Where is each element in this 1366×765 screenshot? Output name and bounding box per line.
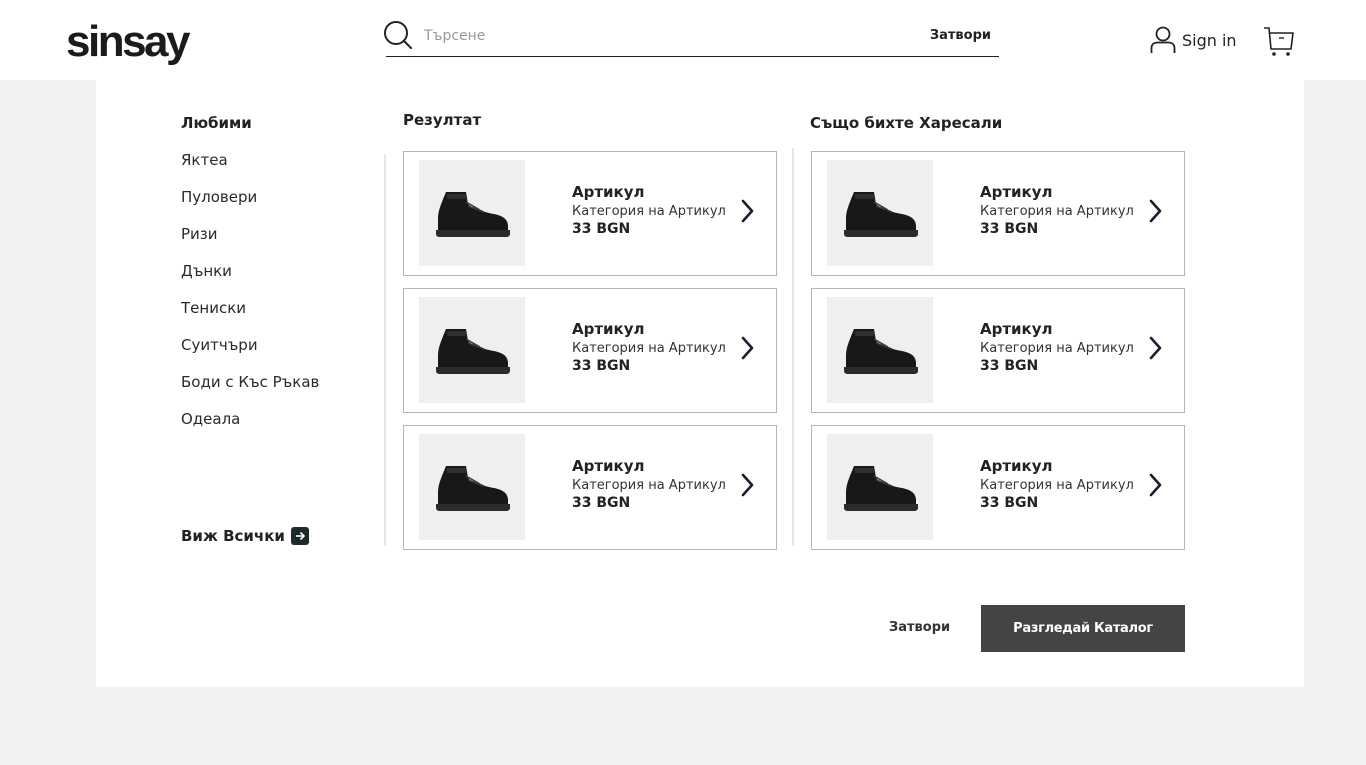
column-divider — [384, 154, 386, 546]
favorite-item[interactable]: Ризи — [181, 224, 319, 261]
favorite-item[interactable]: Яктеа — [181, 150, 319, 187]
product-card[interactable]: Артикул Категория на Артикул 33 BGN — [403, 425, 777, 550]
chevron-right-icon[interactable] — [1146, 472, 1164, 498]
chevron-right-icon[interactable] — [1146, 198, 1164, 224]
product-card[interactable]: Артикул Категория на Артикул 33 BGN — [403, 151, 777, 276]
product-price: 33 BGN — [980, 358, 1039, 374]
boot-image — [436, 192, 510, 237]
view-all-label: Виж Всички — [181, 527, 285, 545]
chevron-right-icon[interactable] — [738, 198, 756, 224]
product-name: Артикул — [980, 183, 1053, 201]
product-card[interactable]: Артикул Категория на Артикул 33 BGN — [811, 288, 1185, 413]
search-bar: Затвори — [383, 18, 999, 57]
favorite-item[interactable]: Дънки — [181, 261, 319, 298]
boot-image — [844, 329, 918, 374]
product-card[interactable]: Артикул Категория на Артикул 33 BGN — [811, 425, 1185, 550]
search-results-panel: Любими Яктеа Пуловери Ризи Дънки Тениски… — [96, 80, 1304, 687]
product-price: 33 BGN — [572, 495, 631, 511]
product-category: Категория на Артикул — [980, 341, 1134, 356]
product-name: Артикул — [572, 457, 645, 475]
boot-image — [844, 466, 918, 511]
browse-catalog-button[interactable]: Разгледай Каталог — [981, 605, 1185, 652]
view-all-link[interactable]: Виж Всички — [181, 527, 309, 545]
product-card[interactable]: Артикул Категория на Артикул 33 BGN — [403, 288, 777, 413]
favorite-item[interactable]: Боди с Къс Ръкав — [181, 372, 319, 409]
sign-in-label: Sign in — [1182, 30, 1237, 50]
product-image — [419, 160, 525, 266]
product-image — [419, 297, 525, 403]
product-image — [419, 434, 525, 540]
chevron-right-icon[interactable] — [738, 335, 756, 361]
chevron-right-icon[interactable] — [1146, 335, 1164, 361]
sign-in-button[interactable]: Sign in — [1150, 24, 1237, 56]
favorite-item[interactable]: Суитчъри — [181, 335, 319, 372]
column-divider — [792, 148, 794, 546]
boot-image — [844, 192, 918, 237]
product-image — [827, 160, 933, 266]
favorite-item[interactable]: Пуловери — [181, 187, 319, 224]
product-category: Категория на Артикул — [572, 478, 726, 493]
boot-image — [436, 329, 510, 374]
product-card[interactable]: Артикул Категория на Артикул 33 BGN — [811, 151, 1185, 276]
product-price: 33 BGN — [980, 495, 1039, 511]
favorites-title: Любими — [181, 114, 252, 132]
product-name: Артикул — [980, 320, 1053, 338]
favorite-item[interactable]: Тениски — [181, 298, 319, 335]
user-icon — [1150, 26, 1176, 53]
cart-icon[interactable] — [1262, 24, 1296, 58]
product-category: Категория на Артикул — [572, 341, 726, 356]
suggestions-title: Също бихте Харесали — [810, 114, 1003, 132]
product-image — [827, 434, 933, 540]
search-input[interactable] — [424, 24, 894, 48]
product-price: 33 BGN — [980, 221, 1039, 237]
product-name: Артикул — [572, 183, 645, 201]
favorites-list: Яктеа Пуловери Ризи Дънки Тениски Суитчъ… — [181, 150, 319, 446]
search-close-button[interactable]: Затвори — [930, 28, 991, 43]
product-category: Категория на Артикул — [980, 204, 1134, 219]
results-title: Резултат — [403, 111, 482, 129]
product-name: Артикул — [980, 457, 1053, 475]
site-header: sinsay Затвори Sign in — [0, 0, 1366, 80]
product-image — [827, 297, 933, 403]
chevron-right-icon[interactable] — [738, 472, 756, 498]
product-price: 33 BGN — [572, 358, 631, 374]
search-icon[interactable] — [383, 20, 413, 50]
product-name: Артикул — [572, 320, 645, 338]
product-category: Категория на Артикул — [980, 478, 1134, 493]
close-button[interactable]: Затвори — [889, 620, 950, 635]
product-category: Категория на Артикул — [572, 204, 726, 219]
site-logo[interactable]: sinsay — [66, 18, 190, 66]
arrow-right-icon — [290, 527, 309, 545]
favorite-item[interactable]: Одеала — [181, 409, 319, 446]
boot-image — [436, 466, 510, 511]
product-price: 33 BGN — [572, 221, 631, 237]
